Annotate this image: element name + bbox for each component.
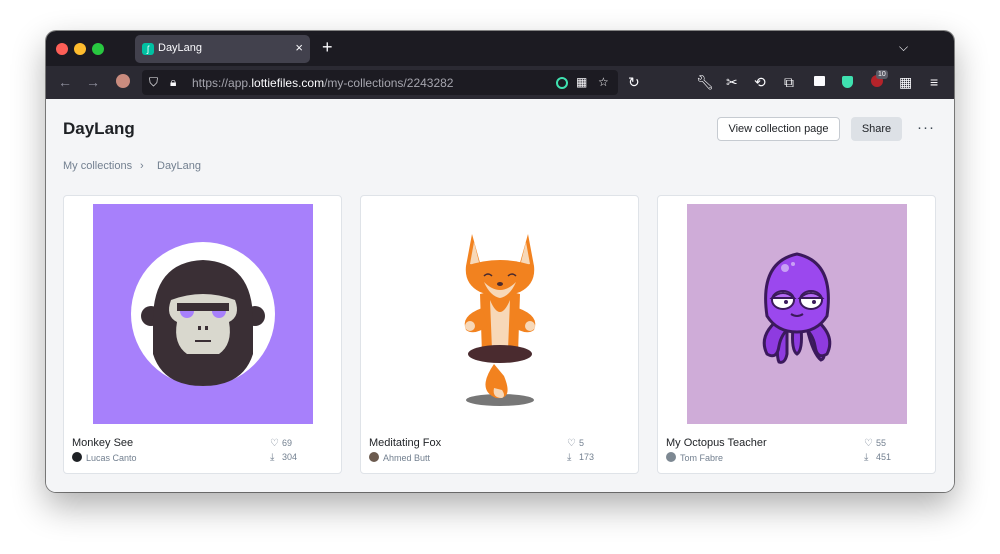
share-button[interactable]: Share [851, 117, 902, 141]
shield-icon[interactable]: ⛉ [149, 75, 158, 90]
downloads-count: ⤓ 304 [270, 452, 298, 463]
fox-illustration [464, 234, 536, 406]
menu-hamburger-icon[interactable]: ≡ [930, 73, 938, 91]
downloads-count: ⤓ 451 [864, 452, 892, 463]
screenshot-icon[interactable]: ✂ [726, 73, 738, 91]
avatar [72, 452, 82, 462]
animation-card[interactable]: Monkey See Lucas Canto ♡ 69 ⤓ 304 [63, 195, 342, 474]
maximize-window-button[interactable] [92, 43, 104, 55]
tab-bar: ʃ DayLang × + ⌵ [46, 31, 954, 66]
animation-title[interactable]: Monkey See [72, 437, 133, 449]
view-collection-button[interactable]: View collection page [717, 117, 840, 141]
tab-title: DayLang [158, 42, 203, 54]
author[interactable]: Ahmed Butt [369, 452, 430, 463]
extensions-icon[interactable]: ⧉ [784, 73, 794, 91]
browser-window: ʃ DayLang × + ⌵ ← → ⛉ 🔒︎ https://app.lot… [46, 31, 954, 492]
likes-count: ♡ 55 [864, 438, 887, 449]
avatar [369, 452, 379, 462]
reload-icon[interactable]: ↻ [628, 73, 640, 91]
wrench-icon[interactable]: 🔧︎ [696, 73, 714, 91]
likes-count: ♡ 69 [270, 438, 293, 449]
download-icon[interactable]: ⤓ [567, 452, 579, 463]
download-icon[interactable]: ⤓ [864, 452, 876, 463]
minimize-window-button[interactable] [74, 43, 86, 55]
url-bar[interactable]: ⛉ 🔒︎ https://app.lottiefiles.com/my-coll… [142, 70, 618, 95]
downloads-count: ⤓ 173 [567, 452, 595, 463]
animation-thumbnail[interactable] [390, 204, 610, 424]
browser-tab[interactable]: ʃ DayLang × [135, 35, 310, 63]
breadcrumb-chevron-icon: › [140, 160, 144, 172]
animation-title[interactable]: Meditating Fox [369, 437, 441, 449]
animation-thumbnail[interactable] [93, 204, 313, 424]
apps-grid-icon[interactable]: ▦ [899, 73, 912, 91]
nav-toolbar: ← → ⛉ 🔒︎ https://app.lottiefiles.com/my-… [46, 66, 954, 99]
download-icon[interactable]: ⤓ [270, 452, 282, 463]
bookmark-star-icon[interactable]: ☆ [598, 75, 609, 89]
avatar [666, 452, 676, 462]
breadcrumb-my-collections[interactable]: My collections [63, 160, 132, 172]
animation-card[interactable]: My Octopus Teacher Tom Fabre ♡ 55 ⤓ 451 [657, 195, 936, 474]
page-title: DayLang [63, 119, 135, 138]
url-text[interactable]: https://app.lottiefiles.com/my-collectio… [192, 76, 453, 90]
animation-thumbnail[interactable] [687, 204, 907, 424]
new-tab-button[interactable]: + [322, 37, 333, 58]
extension-badge: 10 [876, 70, 888, 79]
close-window-button[interactable] [56, 43, 68, 55]
page-content: DayLang View collection page Share ··· M… [46, 99, 954, 492]
shield-extension-icon[interactable] [842, 76, 853, 88]
animation-card[interactable]: Meditating Fox Ahmed Butt ♡ 5 ⤓ 173 [360, 195, 639, 474]
heart-icon[interactable]: ♡ [270, 438, 282, 449]
octopus-illustration [762, 252, 832, 364]
forward-arrow-icon[interactable]: → [86, 73, 100, 91]
tab-close-icon[interactable]: × [295, 40, 303, 55]
author[interactable]: Lucas Canto [72, 452, 137, 463]
more-options-button[interactable]: ··· [917, 119, 935, 136]
profile-avatar[interactable] [116, 74, 130, 88]
heart-icon[interactable]: ♡ [864, 438, 876, 449]
heart-icon[interactable]: ♡ [567, 438, 579, 449]
lottiefiles-favicon-icon: ʃ [142, 43, 154, 55]
extension-target-icon[interactable] [556, 77, 568, 89]
monkey-illustration [131, 242, 275, 386]
history-icon[interactable]: ⟲ [754, 73, 766, 91]
back-arrow-icon[interactable]: ← [58, 73, 72, 91]
tab-list-chevron-icon[interactable]: ⌵ [899, 40, 908, 55]
qr-code-icon[interactable]: ▦ [576, 75, 587, 89]
lock-icon[interactable]: 🔒︎ [170, 75, 176, 90]
author[interactable]: Tom Fabre [666, 452, 723, 463]
breadcrumb-current: DayLang [157, 160, 202, 172]
likes-count: ♡ 5 [567, 438, 585, 449]
animation-title[interactable]: My Octopus Teacher [666, 437, 767, 449]
media-extension-icon[interactable] [814, 76, 825, 86]
